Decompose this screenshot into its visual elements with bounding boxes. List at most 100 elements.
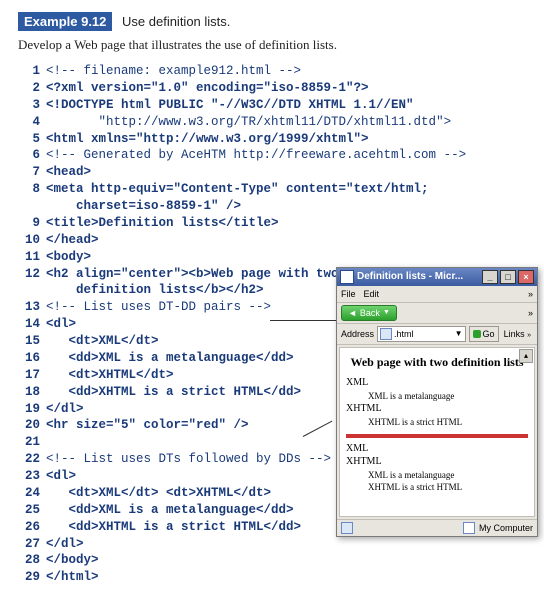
- code-text: <dt>XHTML</dt>: [46, 368, 174, 382]
- code-text: <title>Definition lists</title>: [46, 216, 279, 230]
- window-title: Definition lists - Micr...: [357, 270, 463, 284]
- dt: XHTML: [346, 402, 528, 416]
- code-listing: 1 <!-- filename: example912.html --> 2<?xm…: [18, 63, 526, 586]
- code-line: 9 <title>Definition lists</title>: [18, 215, 526, 232]
- code-text: <dl>: [46, 469, 76, 483]
- page-h2: Web page with two definition lists: [346, 354, 528, 370]
- line-number: 12: [18, 266, 40, 283]
- hr-divider: [346, 434, 528, 438]
- code-text: <dd>XML is a metalanguage</dd>: [46, 351, 294, 365]
- code-text: <!-- List uses DT-DD pairs -->: [46, 300, 271, 314]
- back-label: Back: [360, 307, 380, 319]
- code-line: 7 <head>: [18, 164, 526, 181]
- line-number: 7: [18, 164, 40, 181]
- line-number: 24: [18, 485, 40, 502]
- line-number: 18: [18, 384, 40, 401]
- menubar: File Edit »: [337, 286, 537, 303]
- code-text: <meta http-equiv="Content-Type" content=…: [46, 182, 429, 196]
- line-number: 21: [18, 434, 40, 451]
- dd: XHTML is a strict HTML: [368, 481, 528, 493]
- code-text: <dl>: [46, 317, 76, 331]
- line-number: 16: [18, 350, 40, 367]
- line-number: 15: [18, 333, 40, 350]
- line-number: 5: [18, 131, 40, 148]
- address-drop-icon[interactable]: ▼: [455, 329, 463, 340]
- line-number: 3: [18, 97, 40, 114]
- line-number: 10: [18, 232, 40, 249]
- code-line: 11<body>: [18, 249, 526, 266]
- code-text: </dl>: [46, 537, 84, 551]
- code-text: <!DOCTYPE html PUBLIC "-//W3C//DTD XHTML…: [46, 98, 414, 112]
- code-text: <hr size="5" color="red" />: [46, 418, 249, 432]
- code-text: <dt>XML</dt>: [46, 334, 159, 348]
- line-number: 17: [18, 367, 40, 384]
- code-text: <dd>XML is a metalanguage</dd>: [46, 503, 294, 517]
- menu-edit[interactable]: Edit: [364, 288, 380, 300]
- line-number: 9: [18, 215, 40, 232]
- example-title: Use definition lists.: [122, 14, 230, 29]
- code-text: </head>: [46, 233, 99, 247]
- scroll-up-button[interactable]: ▴: [519, 349, 533, 363]
- menu-file[interactable]: File: [341, 288, 356, 300]
- code-line: 27 </dl>: [18, 536, 526, 553]
- code-text: </html>: [46, 570, 99, 584]
- code-line: 1 <!-- filename: example912.html -->: [18, 63, 526, 80]
- dt: XML: [346, 376, 528, 390]
- code-text: <dd>XHTML is a strict HTML</dd>: [46, 385, 301, 399]
- code-text: <?xml version="1.0" encoding="iso-8859-1…: [46, 81, 369, 95]
- example-label: Example 9.12: [18, 12, 112, 31]
- menu-more-icon[interactable]: »: [528, 288, 533, 300]
- app-icon: [340, 270, 354, 284]
- minimize-button[interactable]: _: [482, 270, 498, 284]
- dt: XML: [346, 442, 528, 456]
- code-text: <html xmlns="http://www.w3.org/1999/xhtm…: [46, 132, 369, 146]
- code-text: <!-- filename: example912.html -->: [46, 64, 301, 78]
- code-text: <h2 align="center"><b>Web page with two: [46, 267, 339, 281]
- code-text: definition lists</b></h2>: [46, 283, 264, 297]
- back-button[interactable]: ◄ Back ▼: [341, 305, 397, 321]
- code-text: </dl>: [46, 402, 84, 416]
- intro-text: Develop a Web page that illustrates the …: [18, 37, 526, 53]
- address-label: Address: [341, 328, 374, 340]
- code-line: charset=iso-8859-1" />: [18, 198, 526, 215]
- code-text: <!-- List uses DTs followed by DDs -->: [46, 452, 331, 466]
- line-number: 29: [18, 569, 40, 586]
- definition-list-1: XML XML is a metalanguage XHTML XHTML is…: [346, 376, 528, 427]
- dd: XML is a metalanguage: [368, 469, 528, 481]
- code-text: charset=iso-8859-1" />: [46, 199, 241, 213]
- line-number: 20: [18, 417, 40, 434]
- close-button[interactable]: ×: [518, 270, 534, 284]
- code-text: <head>: [46, 165, 91, 179]
- line-number: 26: [18, 519, 40, 536]
- code-line: 3 <!DOCTYPE html PUBLIC "-//W3C//DTD XHTM…: [18, 97, 526, 114]
- code-line: 28 </body>: [18, 552, 526, 569]
- line-number: 22: [18, 451, 40, 468]
- maximize-button[interactable]: □: [500, 270, 516, 284]
- line-number: 25: [18, 502, 40, 519]
- titlebar: Definition lists - Micr... _ □ ×: [337, 268, 537, 286]
- line-number: 1: [18, 63, 40, 80]
- toolbar-more-icon[interactable]: »: [528, 307, 533, 319]
- code-text: </body>: [46, 553, 99, 567]
- code-text: <dd>XHTML is a strict HTML</dd>: [46, 520, 301, 534]
- address-field[interactable]: .html ▼: [377, 326, 466, 342]
- address-bar: Address .html ▼ Go Links »: [337, 324, 537, 345]
- zone-icon: [463, 522, 475, 534]
- links-button[interactable]: Links »: [502, 328, 533, 340]
- go-button[interactable]: Go: [469, 326, 499, 342]
- code-line: 10 </head>: [18, 232, 526, 249]
- code-text: <!-- Generated by AceHTM http://freeware…: [46, 148, 466, 162]
- code-line: 2<?xml version="1.0" encoding="iso-8859-…: [18, 80, 526, 97]
- line-number: 13: [18, 299, 40, 316]
- code-text: "http://www.w3.org/TR/xhtml11/DTD/xhtml1…: [46, 115, 451, 129]
- dt: XHTML: [346, 455, 528, 469]
- done-icon: [341, 522, 353, 534]
- go-icon: [473, 330, 481, 338]
- line-number: 6: [18, 147, 40, 164]
- page-content: ▴ Web page with two definition lists XML…: [339, 347, 535, 517]
- code-line: 29 </html>: [18, 569, 526, 586]
- browser-window: Definition lists - Micr... _ □ × File Ed…: [336, 267, 538, 537]
- links-label: Links: [504, 329, 525, 339]
- line-number: 28: [18, 552, 40, 569]
- line-number: 27: [18, 536, 40, 553]
